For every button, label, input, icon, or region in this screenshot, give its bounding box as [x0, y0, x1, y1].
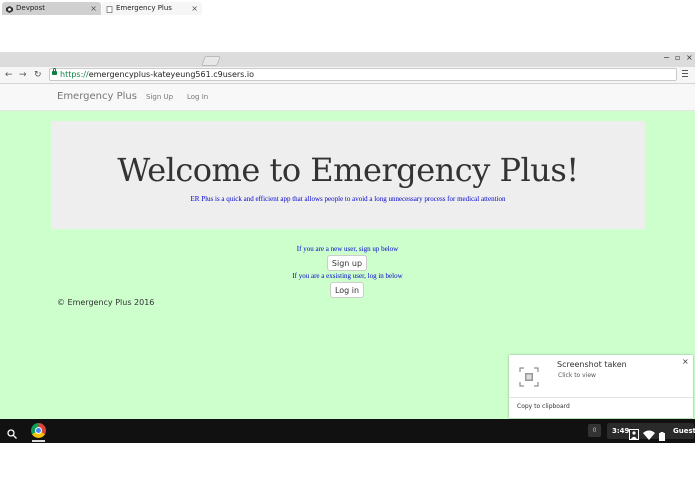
back-icon[interactable]: ←: [5, 69, 13, 81]
tab-label: Devpost: [16, 4, 45, 12]
search-icon[interactable]: [6, 425, 18, 439]
devpost-favicon: [6, 5, 13, 13]
notification-title: Screenshot taken: [557, 360, 627, 369]
forward-icon[interactable]: →: [19, 69, 27, 81]
screenshot-thumbnail-icon: [518, 366, 540, 388]
minimize-icon[interactable]: −: [663, 53, 670, 62]
existing-user-prompt: If you are a exsisting user, log in belo…: [292, 272, 403, 280]
nav-link-log-in[interactable]: Log In: [187, 93, 208, 101]
restore-icon[interactable]: ▫: [675, 53, 680, 62]
login-button[interactable]: Log in: [330, 282, 364, 298]
ime-indicator[interactable]: 0: [588, 424, 601, 437]
wifi-icon: [643, 425, 655, 444]
close-icon[interactable]: ×: [90, 2, 97, 15]
close-icon[interactable]: ×: [191, 2, 198, 15]
signup-button[interactable]: Sign up: [327, 255, 367, 271]
user-name: Guest: [673, 427, 695, 435]
url-text[interactable]: https://emergencyplus-kateyeung561.c9use…: [60, 68, 254, 81]
tab-emergency-plus[interactable]: Emergency Plus ×: [102, 2, 202, 15]
clock: 3:49: [612, 427, 630, 435]
app-running-indicator: [32, 440, 45, 442]
new-user-prompt: If you are a new user, sign up below: [296, 245, 399, 253]
close-icon[interactable]: ×: [682, 357, 689, 366]
menu-icon[interactable]: [682, 70, 688, 78]
avatar-icon: [629, 425, 639, 444]
notification-divider: [509, 397, 693, 398]
tab-label: Emergency Plus: [116, 4, 172, 12]
nav-link-sign-up[interactable]: Sign Up: [146, 93, 173, 101]
tab-devpost[interactable]: Devpost ×: [2, 2, 101, 15]
lock-icon: [52, 68, 57, 75]
copy-to-clipboard-button[interactable]: Copy to clipboard: [517, 403, 570, 410]
reload-icon[interactable]: ↻: [34, 69, 42, 81]
chrome-icon[interactable]: [31, 423, 46, 438]
lead-text: ER Plus is a quick and efficient app tha…: [190, 195, 506, 203]
notification-subtitle: Click to view: [558, 372, 596, 379]
tab-strip: [0, 52, 695, 67]
navbar-brand[interactable]: Emergency Plus: [57, 91, 137, 102]
footer-copyright: © Emergency Plus 2016: [57, 298, 155, 307]
page-favicon: [106, 5, 113, 13]
battery-icon: [659, 426, 665, 445]
page-title: Welcome to Emergency Plus!: [117, 151, 579, 189]
window-close-icon[interactable]: ×: [686, 53, 693, 62]
